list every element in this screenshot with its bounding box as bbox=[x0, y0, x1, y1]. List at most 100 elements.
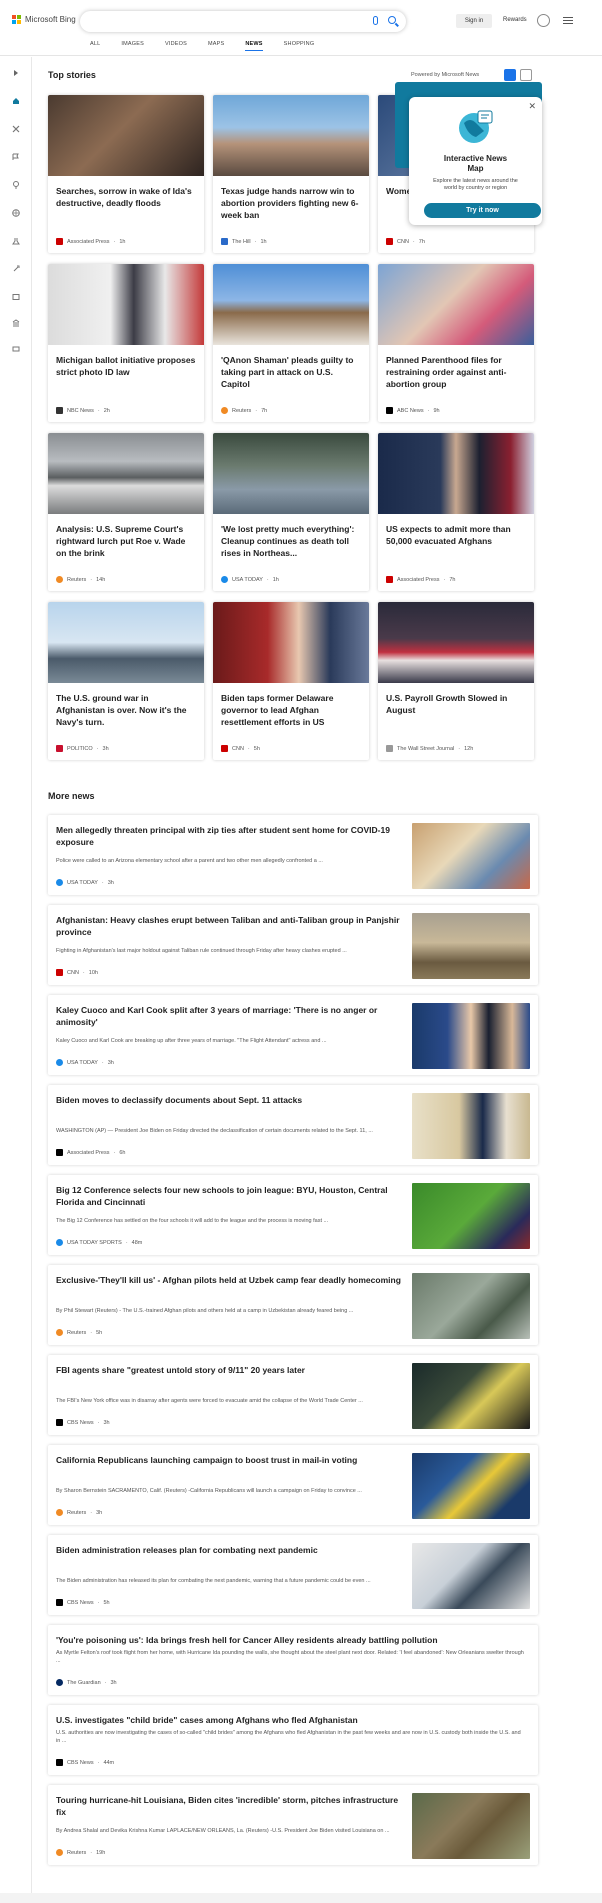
story-card[interactable]: Planned Parenthood files for restraining… bbox=[378, 264, 534, 422]
story-card[interactable]: The U.S. ground war in Afghanistan is ov… bbox=[48, 602, 204, 760]
story-card[interactable]: 'We lost pretty much everything': Cleanu… bbox=[213, 433, 369, 591]
news-image bbox=[412, 1003, 530, 1069]
nav-tabs: ALL IMAGES VIDEOS MAPS NEWS SHOPPING bbox=[90, 41, 314, 51]
news-item[interactable]: 'You're poisoning us': Ida brings fresh … bbox=[48, 1625, 538, 1695]
powered-by-label: Powered by Microsoft News bbox=[411, 72, 480, 78]
tab-shopping[interactable]: SHOPPING bbox=[284, 41, 315, 51]
source-logo bbox=[56, 576, 63, 583]
story-source: Reuters bbox=[67, 576, 87, 583]
news-time: 5h bbox=[103, 1599, 110, 1606]
politics-icon[interactable] bbox=[12, 319, 20, 327]
bing-logo[interactable]: Microsoft Bing bbox=[12, 15, 76, 24]
news-time: 19h bbox=[96, 1849, 106, 1856]
news-title: Exclusive-'They'll kill us' - Afghan pil… bbox=[56, 1275, 401, 1285]
news-time: 44m bbox=[103, 1759, 115, 1766]
money-icon[interactable] bbox=[12, 345, 20, 353]
rocket-icon[interactable] bbox=[12, 265, 20, 273]
tab-videos[interactable]: VIDEOS bbox=[165, 41, 187, 51]
story-source: USA TODAY bbox=[232, 576, 263, 583]
science-icon[interactable] bbox=[12, 237, 20, 245]
search-input[interactable] bbox=[80, 11, 406, 32]
story-title: The U.S. ground war in Afghanistan is ov… bbox=[56, 693, 187, 727]
news-item[interactable]: Biden administration releases plan for c… bbox=[48, 1535, 538, 1615]
news-source: USA TODAY SPORTS bbox=[67, 1239, 122, 1246]
expand-sidebar-icon[interactable] bbox=[12, 69, 20, 77]
story-card[interactable]: 'QAnon Shaman' pleads guilty to taking p… bbox=[213, 264, 369, 422]
news-title: Biden administration releases plan for c… bbox=[56, 1545, 318, 1555]
microphone-icon[interactable] bbox=[373, 16, 378, 25]
news-item[interactable]: California Republicans launching campaig… bbox=[48, 1445, 538, 1525]
tab-maps[interactable]: MAPS bbox=[208, 41, 224, 51]
globe-icon[interactable] bbox=[12, 209, 20, 217]
news-description: WASHINGTON (AP) — President Joe Biden on… bbox=[56, 1128, 373, 1134]
source-logo bbox=[56, 1599, 63, 1606]
source-logo bbox=[56, 1679, 63, 1686]
sign-in-button[interactable]: Sign in bbox=[456, 14, 492, 28]
tab-images[interactable]: IMAGES bbox=[121, 41, 144, 51]
news-source: The Guardian bbox=[67, 1679, 101, 1686]
news-item[interactable]: Touring hurricane-hit Louisiana, Biden c… bbox=[48, 1785, 538, 1865]
story-title: Planned Parenthood files for restraining… bbox=[386, 355, 507, 389]
microsoft-logo-icon bbox=[12, 15, 21, 24]
news-image bbox=[412, 1363, 530, 1429]
home-icon[interactable] bbox=[12, 97, 20, 105]
story-source: Associated Press bbox=[397, 576, 440, 583]
news-item[interactable]: Kaley Cuoco and Karl Cook split after 3 … bbox=[48, 995, 538, 1075]
tab-news[interactable]: NEWS bbox=[245, 41, 263, 51]
search-icon[interactable] bbox=[388, 16, 396, 24]
news-item[interactable]: Men allegedly threaten principal with zi… bbox=[48, 815, 538, 895]
tools-icon[interactable] bbox=[12, 125, 20, 133]
top-stories-heading: Top stories bbox=[48, 70, 96, 80]
hamburger-menu-icon[interactable] bbox=[563, 17, 573, 26]
news-description: Fighting in Afghanistan's last major hol… bbox=[56, 948, 347, 954]
news-item[interactable]: Big 12 Conference selects four new schoo… bbox=[48, 1175, 538, 1255]
location-pin-icon[interactable] bbox=[12, 181, 20, 189]
story-card[interactable]: Biden taps former Delaware governor to l… bbox=[213, 602, 369, 760]
story-source: Reuters bbox=[232, 407, 252, 414]
grid-view-icon[interactable] bbox=[504, 69, 516, 81]
news-time: 3h bbox=[110, 1679, 117, 1686]
source-logo bbox=[56, 1059, 63, 1066]
rewards-trophy-icon[interactable] bbox=[537, 14, 550, 27]
try-it-now-button[interactable]: Try it now bbox=[424, 203, 541, 218]
close-icon[interactable]: ✕ bbox=[528, 101, 536, 112]
source-logo bbox=[56, 1239, 63, 1246]
source-logo bbox=[56, 745, 63, 752]
map-view-icon[interactable] bbox=[520, 69, 532, 81]
source-logo bbox=[56, 1419, 63, 1426]
news-description: The FBI's New York office was in disarra… bbox=[56, 1398, 363, 1404]
news-source: CBS News bbox=[67, 1599, 94, 1606]
news-item[interactable]: FBI agents share "greatest untold story … bbox=[48, 1355, 538, 1435]
story-time: 7h bbox=[418, 238, 425, 245]
source-logo bbox=[56, 1759, 63, 1766]
news-item[interactable]: Biden moves to declassify documents abou… bbox=[48, 1085, 538, 1165]
news-image bbox=[412, 1793, 530, 1859]
tab-all[interactable]: ALL bbox=[90, 41, 100, 51]
news-time: 3h bbox=[107, 879, 114, 886]
source-logo bbox=[56, 1849, 63, 1856]
story-card[interactable]: Analysis: U.S. Supreme Court's rightward… bbox=[48, 433, 204, 591]
story-image bbox=[378, 264, 534, 345]
news-time: 5h bbox=[96, 1329, 103, 1336]
entertainment-icon[interactable] bbox=[12, 293, 20, 301]
rewards-link[interactable]: Rewards bbox=[503, 17, 527, 23]
story-time: 9h bbox=[433, 407, 440, 414]
source-logo bbox=[56, 238, 63, 245]
flag-icon[interactable] bbox=[12, 153, 20, 161]
story-card[interactable]: U.S. Payroll Growth Slowed in August The… bbox=[378, 602, 534, 760]
news-source: USA TODAY bbox=[67, 1059, 98, 1066]
news-image bbox=[412, 913, 530, 979]
news-source: CBS News bbox=[67, 1419, 94, 1426]
story-card[interactable]: Michigan ballot initiative proposes stri… bbox=[48, 264, 204, 422]
news-item[interactable]: Exclusive-'They'll kill us' - Afghan pil… bbox=[48, 1265, 538, 1345]
story-image bbox=[213, 95, 369, 176]
news-description: The Big 12 Conference has settled on the… bbox=[56, 1218, 329, 1224]
popup-title: Interactive News Map bbox=[443, 154, 508, 173]
news-description: By Sharon Bernstein SACRAMENTO, Calif. (… bbox=[56, 1488, 362, 1494]
news-item[interactable]: Afghanistan: Heavy clashes erupt between… bbox=[48, 905, 538, 985]
story-card[interactable]: Searches, sorrow in wake of Ida's destru… bbox=[48, 95, 204, 253]
story-card[interactable]: Texas judge hands narrow win to abortion… bbox=[213, 95, 369, 253]
news-item[interactable]: U.S. investigates "child bride" cases am… bbox=[48, 1705, 538, 1775]
source-logo bbox=[56, 407, 63, 414]
story-card[interactable]: US expects to admit more than 50,000 eva… bbox=[378, 433, 534, 591]
